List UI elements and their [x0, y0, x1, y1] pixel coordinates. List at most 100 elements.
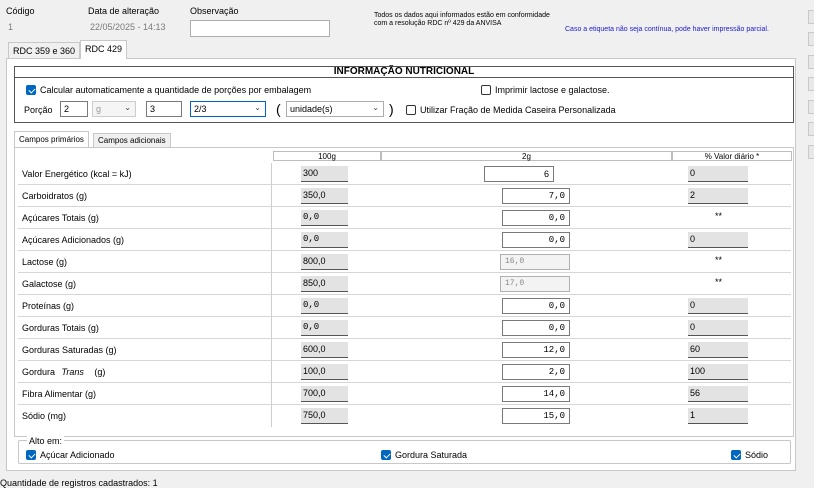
value-vd: 60 [688, 342, 748, 358]
value-100g: 300 [301, 166, 348, 182]
row-name: Gorduras Totais (g) [18, 317, 272, 339]
observacao-input[interactable] [190, 20, 330, 37]
fraction-select[interactable]: 2/3 ⌄ [190, 101, 266, 117]
data-alteracao-label: Data de alteração [88, 6, 160, 16]
value-100g: 750,0 [301, 408, 348, 424]
data-alteracao-value: 22/05/2025 - 14:13 [90, 22, 166, 32]
value-2g-input[interactable]: 2,0 [502, 364, 570, 380]
sodio-checkbox[interactable] [731, 450, 741, 460]
table-row: Galactose (g) 850,0 17,0 ** [18, 273, 791, 295]
side-button[interactable] [808, 10, 814, 24]
alto-em-legend: Alto em: [27, 436, 65, 446]
side-button[interactable] [808, 122, 814, 136]
unit-select[interactable]: g ⌄ [92, 101, 136, 117]
value-vd-na: ** [715, 277, 723, 287]
table-row: Gorduras Saturadas (g) 600,0 12,0 60 [18, 339, 791, 361]
row-name: Gordura Trans (g) [18, 361, 272, 383]
table-row: Valor Energético (kcal = kJ) 300 6 0 [18, 163, 791, 185]
sodio-label: Sódio [745, 450, 769, 460]
print-lactose-checkbox[interactable] [481, 85, 491, 95]
gordura-saturada-checkbox[interactable] [381, 450, 391, 460]
value-2g-disabled: 16,0 [500, 254, 570, 270]
row-name: Sódio (mg) [18, 405, 272, 427]
value-vd: 0 [688, 232, 748, 248]
value-100g: 0,0 [301, 320, 348, 336]
value-2g-input[interactable]: 0,0 [502, 298, 570, 314]
value-100g: 0,0 [301, 210, 348, 226]
value-2g-input[interactable]: 0,0 [502, 232, 570, 248]
medida-value: unidade(s) [290, 104, 333, 114]
value-2g-input[interactable]: 12,0 [502, 342, 570, 358]
table-row: Proteínas (g) 0,0 0,0 0 [18, 295, 791, 317]
table-row: Lactose (g) 800,0 16,0 ** [18, 251, 791, 273]
acucar-adicionado-label: Açúcar Adicionado [40, 450, 115, 460]
side-button[interactable] [808, 100, 814, 114]
value-100g: 600,0 [301, 342, 348, 358]
value-vd: 0 [688, 298, 748, 314]
porcao-input[interactable]: 2 [60, 101, 88, 117]
col-100g: 100g [273, 151, 381, 161]
tab-rdc-429[interactable]: RDC 429 [80, 40, 128, 59]
value-2g-input[interactable]: 6 [484, 166, 554, 182]
row-name-text: Gordura [22, 367, 56, 377]
paren-open: ( [276, 101, 281, 117]
print-lactose-label: Imprimir lactose e galactose. [495, 85, 610, 95]
value-100g: 700,0 [301, 386, 348, 402]
row-name: Carboidratos (g) [18, 185, 272, 207]
tab-campos-adicionais[interactable]: Campos adicionais [93, 133, 171, 147]
partial-print-warning: Caso a etiqueta não seja contínua, pode … [565, 26, 769, 33]
value-vd-na: ** [715, 211, 723, 221]
unit-value: g [96, 104, 102, 114]
qty-input[interactable]: 3 [146, 101, 182, 117]
value-100g: 800,0 [301, 254, 348, 270]
row-name: Gorduras Saturadas (g) [18, 339, 272, 361]
value-100g: 850,0 [301, 276, 348, 292]
col-2g: 2g [381, 151, 672, 161]
value-vd: 0 [688, 320, 748, 336]
auto-calc-label: Calcular automaticamente a quantidade de… [40, 85, 312, 95]
col-valor-diario: % Valor diário * [672, 151, 792, 161]
value-vd: 0 [688, 166, 748, 182]
codigo-label: Código [6, 6, 35, 16]
row-name: Valor Energético (kcal = kJ) [18, 163, 272, 185]
value-100g: 0,0 [301, 298, 348, 314]
value-vd-na: ** [715, 255, 723, 265]
row-name: Proteínas (g) [18, 295, 272, 317]
value-2g-disabled: 17,0 [500, 276, 570, 292]
value-2g-input[interactable]: 0,0 [502, 210, 570, 226]
side-button[interactable] [808, 145, 814, 159]
value-vd: 100 [688, 364, 748, 380]
auto-calc-checkbox[interactable] [26, 85, 36, 95]
row-name: Açúcares Totais (g) [18, 207, 272, 229]
observacao-label: Observação [190, 6, 239, 16]
tab-rdc-359-360[interactable]: RDC 359 e 360 [8, 42, 81, 59]
value-vd: 1 [688, 408, 748, 424]
table-row: Gorduras Totais (g) 0,0 0,0 0 [18, 317, 791, 339]
fraction-custom-label: Utilizar Fração de Medida Caseira Person… [420, 105, 616, 115]
gordura-saturada-label: Gordura Saturada [395, 450, 468, 460]
row-name: Fibra Alimentar (g) [18, 383, 272, 405]
value-vd: 56 [688, 386, 748, 402]
row-name-italic: Trans [61, 367, 84, 377]
medida-select[interactable]: unidade(s) ⌄ [286, 101, 384, 117]
table-row: Sódio (mg) 750,0 15,0 1 [18, 405, 791, 427]
side-button[interactable] [808, 55, 814, 69]
tab-campos-primarios[interactable]: Campos primários [14, 131, 89, 147]
porcao-label: Porção [24, 105, 53, 115]
acucar-adicionado-checkbox[interactable] [26, 450, 36, 460]
side-button[interactable] [808, 77, 814, 91]
chevron-down-icon: ⌄ [124, 103, 131, 112]
value-2g-input[interactable]: 7,0 [502, 188, 570, 204]
rdc-notice: Todos os dados aqui informados estão em … [374, 12, 550, 27]
value-vd: 2 [688, 188, 748, 204]
value-2g-input[interactable]: 15,0 [502, 408, 570, 424]
side-button[interactable] [808, 32, 814, 46]
value-100g: 0,0 [301, 232, 348, 248]
value-2g-input[interactable]: 0,0 [502, 320, 570, 336]
table-row: Fibra Alimentar (g) 700,0 14,0 56 [18, 383, 791, 405]
row-name-unit: (g) [94, 367, 106, 377]
fraction-custom-checkbox[interactable] [406, 105, 416, 115]
value-2g-input[interactable]: 14,0 [502, 386, 570, 402]
chevron-down-icon: ⌄ [254, 103, 261, 112]
value-100g: 100,0 [301, 364, 348, 380]
